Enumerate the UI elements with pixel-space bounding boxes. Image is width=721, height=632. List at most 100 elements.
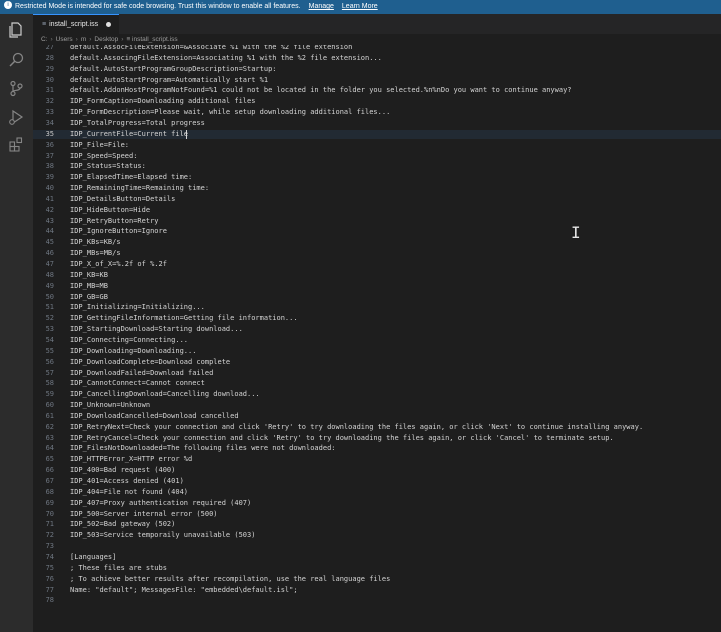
code-line[interactable]: 78 — [33, 596, 721, 605]
line-number: 38 — [45, 162, 54, 171]
code-line[interactable]: 57 IDP_DownloadFailed=Download failed — [33, 369, 721, 378]
line-text: IDP_Initializing=Initializing... — [70, 303, 205, 312]
code-line[interactable]: 77 Name: "default"; MessagesFile: "embedd… — [33, 586, 721, 595]
tab-install-script[interactable]: ≡ install_script.iss — [33, 14, 119, 34]
line-number: 65 — [45, 455, 54, 464]
line-text: ; To achieve better results after recomp… — [70, 574, 391, 583]
breadcrumb-item[interactable]: m — [81, 36, 86, 43]
code-line[interactable]: 45 IDP_KBs=KB/s — [33, 238, 721, 247]
line-text: IDP_DownloadComplete=Download complete — [70, 357, 231, 366]
code-line[interactable]: 55 IDP_Downloading=Downloading... — [33, 347, 721, 356]
line-number: 32 — [45, 97, 54, 106]
code-line[interactable]: 30 default.AutoStartProgram=Automatically… — [33, 76, 721, 85]
code-line[interactable]: 71 IDP_502=Bad gateway (502) — [33, 520, 721, 529]
code-line[interactable]: 51 IDP_Initializing=Initializing... — [33, 303, 721, 312]
code-line[interactable]: 74 [Languages] — [33, 553, 721, 562]
code-line[interactable]: 43 IDP_RetryButton=Retry — [33, 217, 721, 226]
line-number: 73 — [45, 542, 54, 551]
code-line[interactable]: 54 IDP_Connecting=Connecting... — [33, 336, 721, 345]
source-control-icon[interactable] — [8, 80, 25, 97]
code-line[interactable]: 41 IDP_DetailsButton=Details — [33, 195, 721, 204]
unsaved-dot-icon[interactable] — [106, 22, 111, 27]
code-line[interactable]: 66 IDP_400=Bad request (400) — [33, 466, 721, 475]
code-line[interactable]: 68 IDP_404=File not found (404) — [33, 488, 721, 497]
code-line[interactable]: 60 IDP_Unknown=Unknown — [33, 401, 721, 410]
manage-link[interactable]: Manage — [309, 3, 334, 10]
line-number: 30 — [45, 75, 54, 84]
line-text: IDP_CurrentFile=Current file — [70, 129, 189, 138]
line-number: 50 — [45, 292, 54, 301]
code-line[interactable]: 67 IDP_401=Access denied (401) — [33, 477, 721, 486]
code-line[interactable]: 31 default.AddonHostProgramNotFound=%1 co… — [33, 86, 721, 95]
code-line[interactable]: 35 IDP_CurrentFile=Current file — [33, 129, 721, 139]
code-line[interactable]: 47 IDP_X_of_X=%.2f of %.2f — [33, 260, 721, 269]
code-editor[interactable]: 27 default.AssocFileExtension=&Associate … — [33, 45, 721, 632]
code-line[interactable]: 70 IDP_500=Server internal error (500) — [33, 510, 721, 519]
code-line[interactable]: 27 default.AssocFileExtension=&Associate … — [33, 45, 721, 52]
code-line[interactable]: 56 IDP_DownloadComplete=Download complete — [33, 358, 721, 367]
line-number: 60 — [45, 401, 54, 410]
line-text: default.AssocFileExtension=&Associate %1… — [70, 45, 353, 51]
line-number: 56 — [45, 357, 54, 366]
code-line[interactable]: 44 IDP_IgnoreButton=Ignore — [33, 227, 721, 236]
code-line[interactable]: 48 IDP_KB=KB — [33, 271, 721, 280]
code-line[interactable]: 39 IDP_ElapsedTime=Elapsed time: — [33, 173, 721, 182]
line-text: IDP_500=Server internal error (500) — [70, 509, 218, 518]
code-line[interactable]: 50 IDP_GB=GB — [33, 293, 721, 302]
line-text: default.AutoStartProgramGroupDescription… — [70, 64, 277, 73]
learn-more-link[interactable]: Learn More — [342, 3, 378, 10]
code-line[interactable]: 49 IDP_MB=MB — [33, 282, 721, 291]
run-debug-icon[interactable] — [8, 109, 25, 126]
line-text: IDP_X_of_X=%.2f of %.2f — [70, 260, 167, 268]
code-line[interactable]: 32 IDP_FormCaption=Downloading additional… — [33, 97, 721, 106]
code-line[interactable]: 53 IDP_StartingDownload=Starting download… — [33, 325, 721, 334]
breadcrumb-item[interactable]: Users — [56, 36, 73, 43]
code-line[interactable]: 28 default.AssocingFileExtension=Associat… — [33, 54, 721, 63]
code-line[interactable]: 65 IDP_HTTPError_X=HTTP error %d — [33, 455, 721, 464]
code-line[interactable]: 61 IDP_DownloadCancelled=Download cancell… — [33, 412, 721, 421]
code-line[interactable]: 58 IDP_CannotConnect=Cannot connect — [33, 379, 721, 388]
line-number: 52 — [45, 314, 54, 323]
line-number: 61 — [45, 411, 54, 420]
code-line[interactable]: 59 IDP_CancellingDownload=Cancelling down… — [33, 390, 721, 399]
code-line[interactable]: 42 IDP_HideButton=Hide — [33, 206, 721, 215]
explorer-icon[interactable] — [8, 21, 25, 38]
line-number: 66 — [45, 466, 54, 475]
breadcrumb-item[interactable]: ≡ install_script.iss — [126, 36, 177, 43]
code-line[interactable]: 62 IDP_RetryNext=Check your connection an… — [33, 423, 721, 432]
code-line[interactable]: 29 default.AutoStartProgramGroupDescripti… — [33, 65, 721, 74]
line-number: 49 — [45, 281, 54, 290]
line-number: 41 — [45, 194, 54, 203]
line-number: 54 — [45, 335, 54, 344]
code-line[interactable]: 69 IDP_407=Proxy authentication required … — [33, 499, 721, 508]
code-line[interactable]: 33 IDP_FormDescription=Please wait, while… — [33, 108, 721, 117]
code-line[interactable]: 52 IDP_GettingFileInformation=Getting fil… — [33, 314, 721, 323]
line-number: 68 — [45, 487, 54, 496]
line-text: IDP_400=Bad request (400) — [70, 466, 176, 475]
code-line[interactable]: 40 IDP_RemainingTime=Remaining time: — [33, 184, 721, 193]
search-icon[interactable] — [8, 51, 25, 68]
code-line[interactable]: 76 ; To achieve better results after reco… — [33, 575, 721, 584]
code-line[interactable]: 34 IDP_TotalProgress=Total progress — [33, 119, 721, 128]
line-number: 33 — [45, 108, 54, 117]
code-line[interactable]: 36 IDP_File=File: — [33, 141, 721, 150]
line-number: 67 — [45, 477, 54, 485]
mouse-ibeam-cursor-icon: I — [571, 223, 581, 242]
line-text: IDP_File=File: — [70, 140, 130, 149]
code-line[interactable]: 38 IDP_Status=Status: — [33, 162, 721, 171]
line-text: IDP_502=Bad gateway (502) — [70, 520, 176, 529]
code-line[interactable]: 46 IDP_MBs=MB/s — [33, 249, 721, 258]
line-text: IDP_FilesNotDownloaded=The following fil… — [70, 444, 336, 453]
line-number: 53 — [45, 325, 54, 334]
breadcrumb-item[interactable]: C: — [41, 36, 48, 43]
breadcrumb-item[interactable]: Desktop — [94, 36, 118, 43]
code-line[interactable]: 63 IDP_RetryCancel=Check your connection … — [33, 434, 721, 443]
extensions-icon[interactable] — [8, 136, 25, 153]
code-line[interactable]: 37 IDP_Speed=Speed: — [33, 152, 721, 161]
code-line[interactable]: 73 — [33, 542, 721, 551]
code-line[interactable]: 64 IDP_FilesNotDownloaded=The following f… — [33, 444, 721, 453]
line-text: IDP_Speed=Speed: — [70, 151, 138, 160]
code-line[interactable]: 75 ; These files are stubs — [33, 564, 721, 573]
code-line[interactable]: 72 IDP_503=Service temporaily unavailable… — [33, 531, 721, 540]
line-text: default.AssocingFileExtension=Associatin… — [70, 53, 382, 62]
